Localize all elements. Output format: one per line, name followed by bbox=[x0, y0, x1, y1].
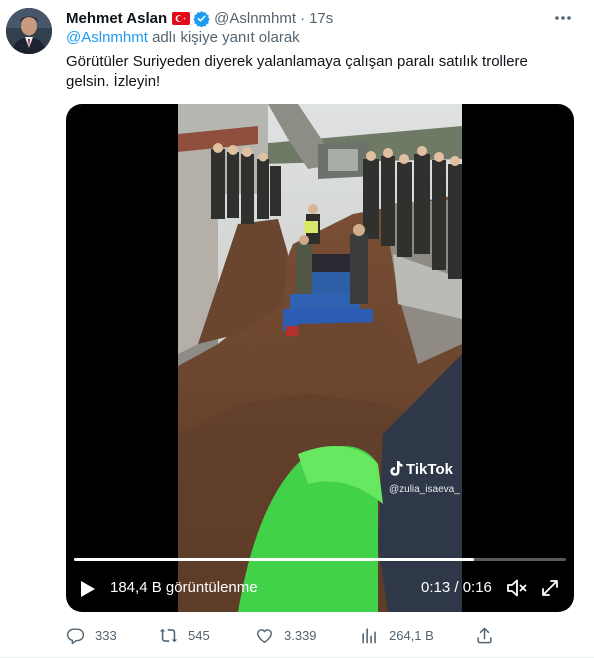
video-controls: 184,4 B görüntülenme 0:13 / 0:16 bbox=[66, 574, 574, 602]
turkey-flag-icon bbox=[172, 11, 191, 25]
separator-dot: · bbox=[300, 9, 306, 27]
avatar[interactable] bbox=[6, 8, 52, 54]
video-progress-fill bbox=[74, 558, 474, 561]
tweet-header: Mehmet Aslan @Aslnmhmt · 17s bbox=[66, 8, 333, 28]
volume-icon[interactable] bbox=[506, 577, 528, 599]
retweet-count: 545 bbox=[188, 627, 210, 643]
views-button[interactable]: 264,1 B bbox=[360, 624, 434, 646]
retweet-button[interactable]: 545 bbox=[159, 624, 210, 646]
video-time-readout: 0:13 / 0:16 bbox=[421, 579, 492, 596]
views-chart-icon bbox=[362, 627, 376, 643]
fullscreen-icon[interactable] bbox=[540, 577, 560, 599]
tweet[interactable]: Mehmet Aslan @Aslnmhmt · 17s @Aslnmhmt a… bbox=[0, 0, 594, 658]
heart-icon bbox=[257, 628, 272, 643]
video-frame bbox=[178, 104, 462, 612]
more-options-icon[interactable] bbox=[553, 8, 573, 28]
share-button[interactable] bbox=[475, 624, 504, 646]
display-name[interactable]: Mehmet Aslan bbox=[66, 10, 167, 27]
video-view-count: 184,4 B görüntülenme bbox=[110, 579, 258, 596]
views-count: 264,1 B bbox=[389, 627, 434, 643]
tweet-text: Görütüler Suriyeden diyerek yalanlamaya … bbox=[66, 53, 528, 90]
video-player[interactable]: TikTok @zulia_isaeva_ 184,4 B görüntülen… bbox=[66, 104, 574, 612]
tiktok-brand: TikTok bbox=[406, 461, 453, 478]
verified-badge-icon bbox=[193, 10, 210, 27]
share-icon bbox=[477, 627, 492, 643]
reply-mention-link[interactable]: @Aslnmhmt bbox=[66, 29, 148, 46]
like-button[interactable]: 3.339 bbox=[255, 624, 317, 646]
reply-icon bbox=[66, 627, 85, 644]
reply-count: 333 bbox=[95, 627, 117, 643]
reply-button[interactable]: 333 bbox=[66, 624, 117, 646]
author-handle[interactable]: @Aslnmhmt bbox=[214, 10, 296, 27]
retweet-icon bbox=[159, 628, 178, 642]
video-progress-bar[interactable] bbox=[74, 558, 566, 561]
replying-to: @Aslnmhmt adlı kişiye yanıt olarak bbox=[66, 29, 300, 46]
reply-suffix: adlı kişiye yanıt olarak bbox=[152, 29, 300, 46]
play-icon[interactable] bbox=[80, 580, 96, 598]
tweet-timestamp[interactable]: 17s bbox=[309, 10, 333, 27]
tiktok-username: @zulia_isaeva_ bbox=[389, 484, 460, 495]
tiktok-logo-icon bbox=[390, 461, 403, 476]
like-count: 3.339 bbox=[284, 627, 317, 643]
tweet-actions: 333 545 3.339 264,1 B bbox=[66, 624, 506, 646]
